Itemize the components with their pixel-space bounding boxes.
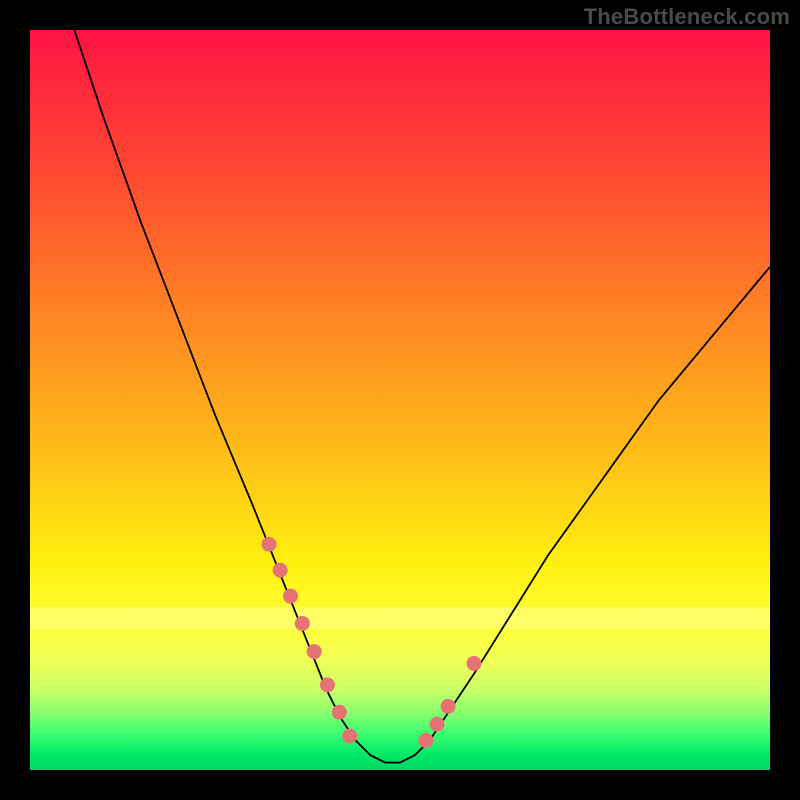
curve-marker-dot: [430, 717, 445, 732]
curve-marker-dot: [441, 699, 456, 714]
curve-marker-dot: [273, 563, 288, 578]
curve-marker-dot: [342, 728, 357, 743]
curve-marker-dot: [283, 589, 298, 604]
bottleneck-curve: [30, 30, 770, 770]
curve-marker-dot: [295, 616, 310, 631]
curve-marker-dot: [262, 537, 277, 552]
plot-area: [30, 30, 770, 770]
curve-marker-dot: [418, 733, 433, 748]
curve-marker-dot: [320, 677, 335, 692]
curve-marker-dot: [332, 705, 347, 720]
curve-markers: [262, 537, 497, 749]
curve-marker-pill: [454, 674, 468, 695]
watermark-label: TheBottleneck.com: [584, 4, 790, 30]
curve-line: [74, 30, 770, 763]
curve-marker-dot: [467, 656, 482, 671]
chart-frame: TheBottleneck.com: [0, 0, 800, 800]
curve-marker-dot: [307, 644, 322, 659]
